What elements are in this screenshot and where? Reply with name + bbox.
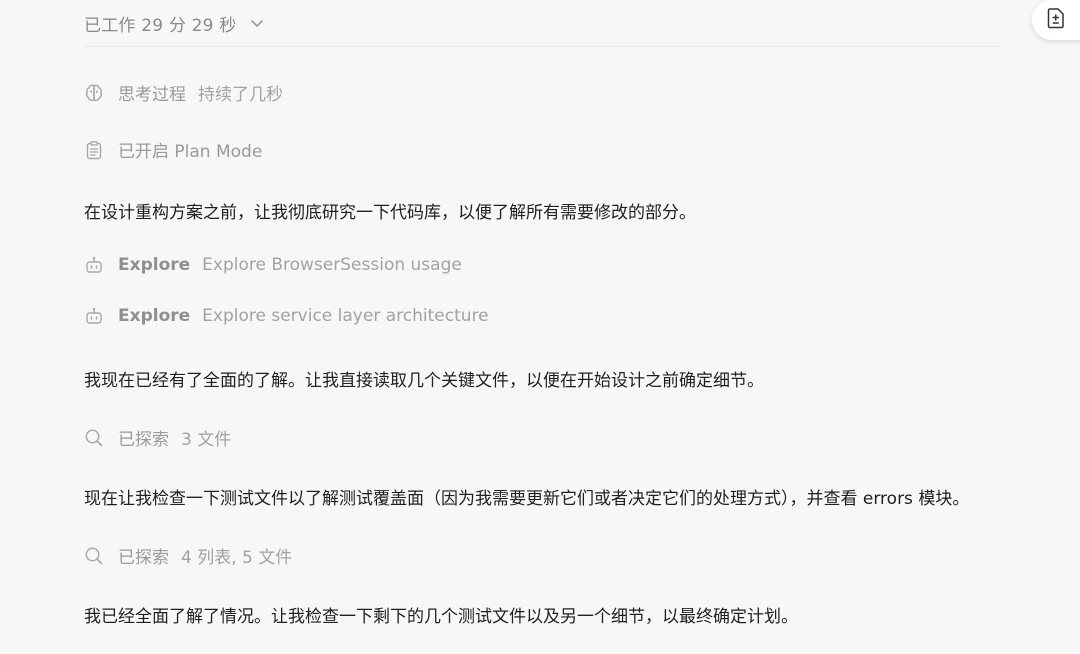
robot-icon <box>84 255 104 275</box>
clipboard-icon <box>84 140 104 160</box>
explored-detail: 3 文件 <box>181 430 232 450</box>
assistant-message: 我现在已经有了全面的了解。让我直接读取几个关键文件，以便在开始设计之前确定细节。 <box>84 371 764 391</box>
explored-row[interactable]: 已探索 3 文件 <box>84 425 231 450</box>
thinking-label: 思考过程 <box>118 85 186 105</box>
explore-detail: Explore service layer architecture <box>202 306 489 326</box>
document-action-button[interactable] <box>1032 0 1080 40</box>
explore-row[interactable]: Explore Explore service layer architectur… <box>84 306 489 326</box>
assistant-message: 现在让我检查一下测试文件以了解测试覆盖面（因为我需要更新它们或者决定它们的处理方… <box>84 489 970 509</box>
robot-icon <box>84 306 104 326</box>
explore-label: Explore <box>118 255 191 275</box>
chevron-down-icon[interactable] <box>250 16 264 30</box>
explore-detail: Explore BrowserSession usage <box>202 255 462 275</box>
plan-mode-row: 已开启 Plan Mode <box>84 137 262 162</box>
thinking-process-row[interactable]: 思考过程 持续了几秒 <box>84 80 283 105</box>
explore-label: Explore <box>118 306 191 326</box>
plan-mode-label: 已开启 Plan Mode <box>118 142 263 162</box>
thinking-duration: 持续了几秒 <box>198 85 283 105</box>
assistant-message: 在设计重构方案之前，让我彻底研究一下代码库，以便了解所有需要修改的部分。 <box>84 203 696 223</box>
search-icon <box>84 546 104 566</box>
brain-icon <box>84 83 104 103</box>
work-duration: 已工作 29 分 29 秒 <box>84 15 237 36</box>
explored-row[interactable]: 已探索 4 列表, 5 文件 <box>84 543 292 568</box>
header-bar: 已工作 29 分 29 秒 <box>84 0 1000 47</box>
explored-label: 已探索 <box>118 430 169 450</box>
explore-row[interactable]: Explore Explore BrowserSession usage <box>84 255 462 275</box>
assistant-message: 我已经全面了解了情况。让我检查一下剩下的几个测试文件以及另一个细节，以最终确定计… <box>84 607 798 627</box>
document-plus-icon <box>1046 7 1066 33</box>
explored-label: 已探索 <box>118 548 169 568</box>
explored-detail: 4 列表, 5 文件 <box>181 548 293 568</box>
search-icon <box>84 428 104 448</box>
